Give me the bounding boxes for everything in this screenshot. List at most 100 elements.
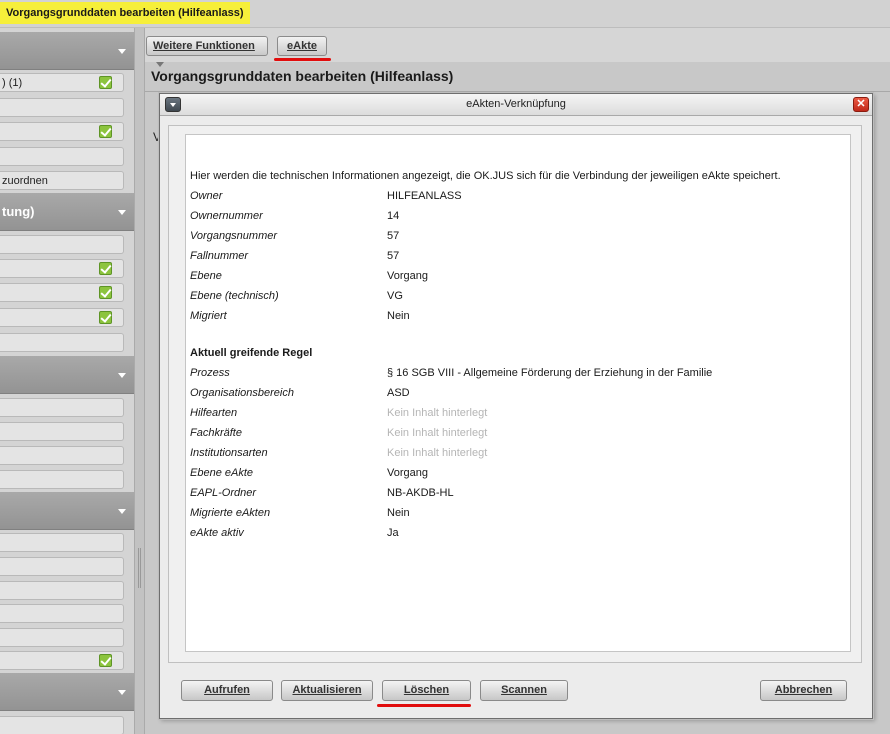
row-value: Vorgang xyxy=(387,270,428,282)
sidebar-item[interactable]: ) (1) xyxy=(0,73,124,92)
page-title: Vorgangsgrunddaten bearbeiten (Hilfeanla… xyxy=(151,68,454,84)
chevron-down-icon xyxy=(118,373,126,378)
delete-button-label: Löschen xyxy=(403,684,450,696)
rule-value: § 16 SGB VIII - Allgemeine Förderung der… xyxy=(387,367,713,379)
sidebar-item[interactable] xyxy=(0,259,124,278)
more-functions-button[interactable]: Weitere Funktionen xyxy=(146,36,268,67)
rule-key: Hilfearten xyxy=(190,407,238,419)
sidebar-section-label: tung) xyxy=(2,204,35,219)
row-key: Vorgangsnummer xyxy=(190,230,278,242)
row-key: Migriert xyxy=(190,310,227,322)
row-value: 14 xyxy=(387,210,400,222)
sidebar-section-2[interactable]: tung) xyxy=(0,193,134,231)
sidebar-item[interactable] xyxy=(0,716,124,734)
eakte-label: eAkte xyxy=(287,40,317,52)
row-key: Fallnummer xyxy=(190,250,249,262)
dialog-title: eAkten-Verknüpfung xyxy=(466,98,566,110)
row-key: Owner xyxy=(190,190,223,202)
rule-value: Ja xyxy=(387,527,399,539)
rule-key: Organisationsbereich xyxy=(190,387,294,399)
chevron-down-icon xyxy=(118,509,126,514)
eakte-link-dialog: eAkten-Verknüpfung ✕ Hier werden die tec… xyxy=(159,93,873,719)
red-annotation-underline xyxy=(274,58,331,61)
check-icon xyxy=(99,262,112,275)
cancel-button[interactable]: Abbrechen xyxy=(760,680,847,701)
sidebar-item[interactable] xyxy=(0,333,124,352)
rule-key: Fachkräfte xyxy=(190,427,242,439)
window-title: Vorgangsgrunddaten bearbeiten (Hilfeanla… xyxy=(0,2,250,24)
sidebar: ) (1) zuordnen tung) xyxy=(0,28,134,734)
scan-button-label: Scannen xyxy=(501,684,547,696)
sidebar-item[interactable] xyxy=(0,422,124,441)
delete-button[interactable]: Löschen xyxy=(382,680,471,701)
panel-splitter[interactable] xyxy=(134,28,145,734)
intro-text: Hier werden die technischen Informatione… xyxy=(190,170,781,182)
red-annotation-underline xyxy=(377,704,471,707)
rule-key: EAPL-Ordner xyxy=(190,487,257,499)
rule-value: ASD xyxy=(387,387,410,399)
sidebar-item-label: zuordnen xyxy=(2,175,48,187)
more-functions-label: Weitere Funktionen xyxy=(153,40,255,52)
check-icon xyxy=(99,654,112,667)
rule-value-empty: Kein Inhalt hinterlegt xyxy=(387,407,488,419)
sidebar-item-label: ) (1) xyxy=(2,77,23,89)
sidebar-item[interactable] xyxy=(0,235,124,254)
dialog-panel: Hier werden die technischen Informatione… xyxy=(168,125,862,663)
row-value: HILFEANLASS xyxy=(387,190,462,202)
rule-value: NB-AKDB-HL xyxy=(387,487,454,499)
sidebar-item[interactable] xyxy=(0,581,124,600)
sidebar-item[interactable] xyxy=(0,98,124,117)
sidebar-item[interactable] xyxy=(0,283,124,302)
open-button[interactable]: Aufrufen xyxy=(181,680,273,701)
sidebar-section-3[interactable] xyxy=(0,356,134,394)
check-icon xyxy=(99,286,112,299)
caret-down-icon xyxy=(156,61,164,67)
check-icon xyxy=(99,76,112,89)
sidebar-item[interactable] xyxy=(0,122,124,141)
refresh-button[interactable]: Aktualisieren xyxy=(281,680,373,701)
sidebar-item[interactable] xyxy=(0,147,124,166)
sidebar-item[interactable] xyxy=(0,308,124,327)
splitter-grip[interactable] xyxy=(138,548,141,588)
rule-value: Nein xyxy=(387,507,410,519)
sidebar-item[interactable]: zuordnen xyxy=(0,171,124,190)
rule-key: Migrierte eAkten xyxy=(190,507,271,519)
rule-value-empty: Kein Inhalt hinterlegt xyxy=(387,427,488,439)
chevron-down-icon xyxy=(118,690,126,695)
rule-key: Institutionsarten xyxy=(190,447,268,459)
top-bar: Vorgangsgrunddaten bearbeiten (Hilfeanla… xyxy=(0,0,890,28)
section-heading: Aktuell greifende Regel xyxy=(190,347,313,359)
sidebar-item[interactable] xyxy=(0,604,124,623)
row-key: Ebene (technisch) xyxy=(190,290,279,302)
sidebar-item[interactable] xyxy=(0,628,124,647)
sidebar-section-4[interactable] xyxy=(0,492,134,530)
sidebar-item[interactable] xyxy=(0,470,124,489)
dialog-button-bar: Aufrufen Aktualisieren Löschen Scannen A… xyxy=(168,670,862,710)
info-content: Hier werden die technischen Informatione… xyxy=(185,134,851,652)
scan-button[interactable]: Scannen xyxy=(480,680,568,701)
sidebar-section-1[interactable] xyxy=(0,32,134,70)
row-value: VG xyxy=(387,290,403,302)
sidebar-item[interactable] xyxy=(0,398,124,417)
sidebar-item[interactable] xyxy=(0,651,124,670)
chevron-down-icon xyxy=(118,210,126,215)
row-value: 57 xyxy=(387,230,400,242)
row-value: Nein xyxy=(387,310,410,322)
sidebar-item[interactable] xyxy=(0,446,124,465)
rule-key: eAkte aktiv xyxy=(190,527,244,539)
row-value: 57 xyxy=(387,250,400,262)
dialog-titlebar[interactable]: eAkten-Verknüpfung ✕ xyxy=(160,94,872,116)
rule-value: Vorgang xyxy=(387,467,428,479)
check-icon xyxy=(99,311,112,324)
rule-value-empty: Kein Inhalt hinterlegt xyxy=(387,447,488,459)
sidebar-item[interactable] xyxy=(0,557,124,576)
chevron-down-icon xyxy=(118,49,126,54)
row-key: Ebene xyxy=(190,270,222,282)
sidebar-item[interactable] xyxy=(0,533,124,552)
cancel-button-label: Abbrechen xyxy=(774,684,833,696)
eakte-button[interactable]: eAkte xyxy=(277,36,327,56)
sidebar-section-5[interactable] xyxy=(0,673,134,711)
toolbar: Weitere Funktionen eAkte xyxy=(145,28,890,67)
close-icon[interactable]: ✕ xyxy=(853,97,869,112)
refresh-button-label: Aktualisieren xyxy=(292,684,362,696)
